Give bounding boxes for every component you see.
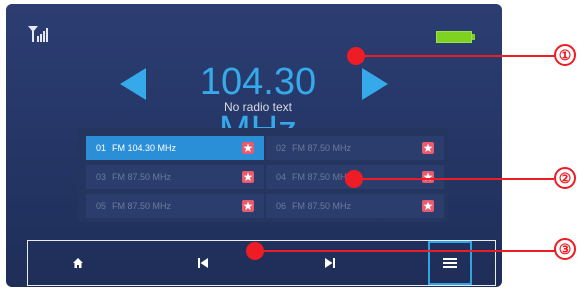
callout-1: ① bbox=[554, 44, 576, 66]
callout-line-2 bbox=[358, 178, 554, 180]
star-icon[interactable] bbox=[242, 171, 254, 183]
preset-number: 01 bbox=[96, 143, 107, 153]
radio-text: No radio text bbox=[223, 100, 293, 114]
battery-icon bbox=[436, 31, 476, 43]
callout-2: ② bbox=[554, 167, 576, 189]
preset-number: 05 bbox=[96, 201, 107, 211]
preset-number: 02 bbox=[276, 143, 287, 153]
previous-icon bbox=[198, 258, 208, 268]
previous-button[interactable] bbox=[183, 241, 223, 285]
callout-line-3 bbox=[258, 250, 556, 252]
home-button[interactable] bbox=[58, 241, 98, 285]
preset-02[interactable]: 02 FM 87.50 MHz bbox=[266, 136, 444, 160]
preset-number: 03 bbox=[96, 172, 107, 182]
preset-06[interactable]: 06 FM 87.50 MHz bbox=[266, 194, 444, 218]
preset-label: FM 87.50 MHz bbox=[112, 201, 172, 211]
tune-up-button[interactable] bbox=[360, 66, 390, 102]
preset-05[interactable]: 05 FM 87.50 MHz bbox=[86, 194, 264, 218]
tune-down-button[interactable] bbox=[118, 66, 148, 102]
preset-grid: 01 FM 104.30 MHz 02 FM 87.50 MHz 03 FM 87.5… bbox=[78, 128, 448, 222]
home-icon bbox=[73, 258, 83, 268]
preset-number: 06 bbox=[276, 201, 287, 211]
preset-label: FM 87.50 MHz bbox=[292, 201, 352, 211]
callout-line-1 bbox=[360, 55, 556, 57]
list-button[interactable] bbox=[428, 241, 472, 285]
star-icon[interactable] bbox=[242, 200, 254, 212]
frequency-display: 104.30 MHz bbox=[199, 61, 317, 151]
list-icon bbox=[443, 258, 457, 268]
preset-number: 04 bbox=[276, 172, 287, 182]
callout-3: ③ bbox=[554, 238, 576, 260]
star-icon[interactable] bbox=[242, 142, 254, 154]
star-icon[interactable] bbox=[422, 142, 434, 154]
star-icon[interactable] bbox=[422, 171, 434, 183]
preset-03[interactable]: 03 FM 87.50 MHz bbox=[86, 165, 264, 189]
preset-label: FM 87.50 MHz bbox=[112, 172, 172, 182]
next-button[interactable] bbox=[310, 241, 350, 285]
preset-01[interactable]: 01 FM 104.30 MHz bbox=[86, 136, 264, 160]
next-icon bbox=[325, 258, 335, 268]
star-icon[interactable] bbox=[422, 200, 434, 212]
preset-label: FM 87.50 MHz bbox=[292, 172, 352, 182]
signal-icon bbox=[28, 26, 48, 42]
preset-label: FM 104.30 MHz bbox=[112, 143, 177, 153]
preset-label: FM 87.50 MHz bbox=[292, 143, 352, 153]
